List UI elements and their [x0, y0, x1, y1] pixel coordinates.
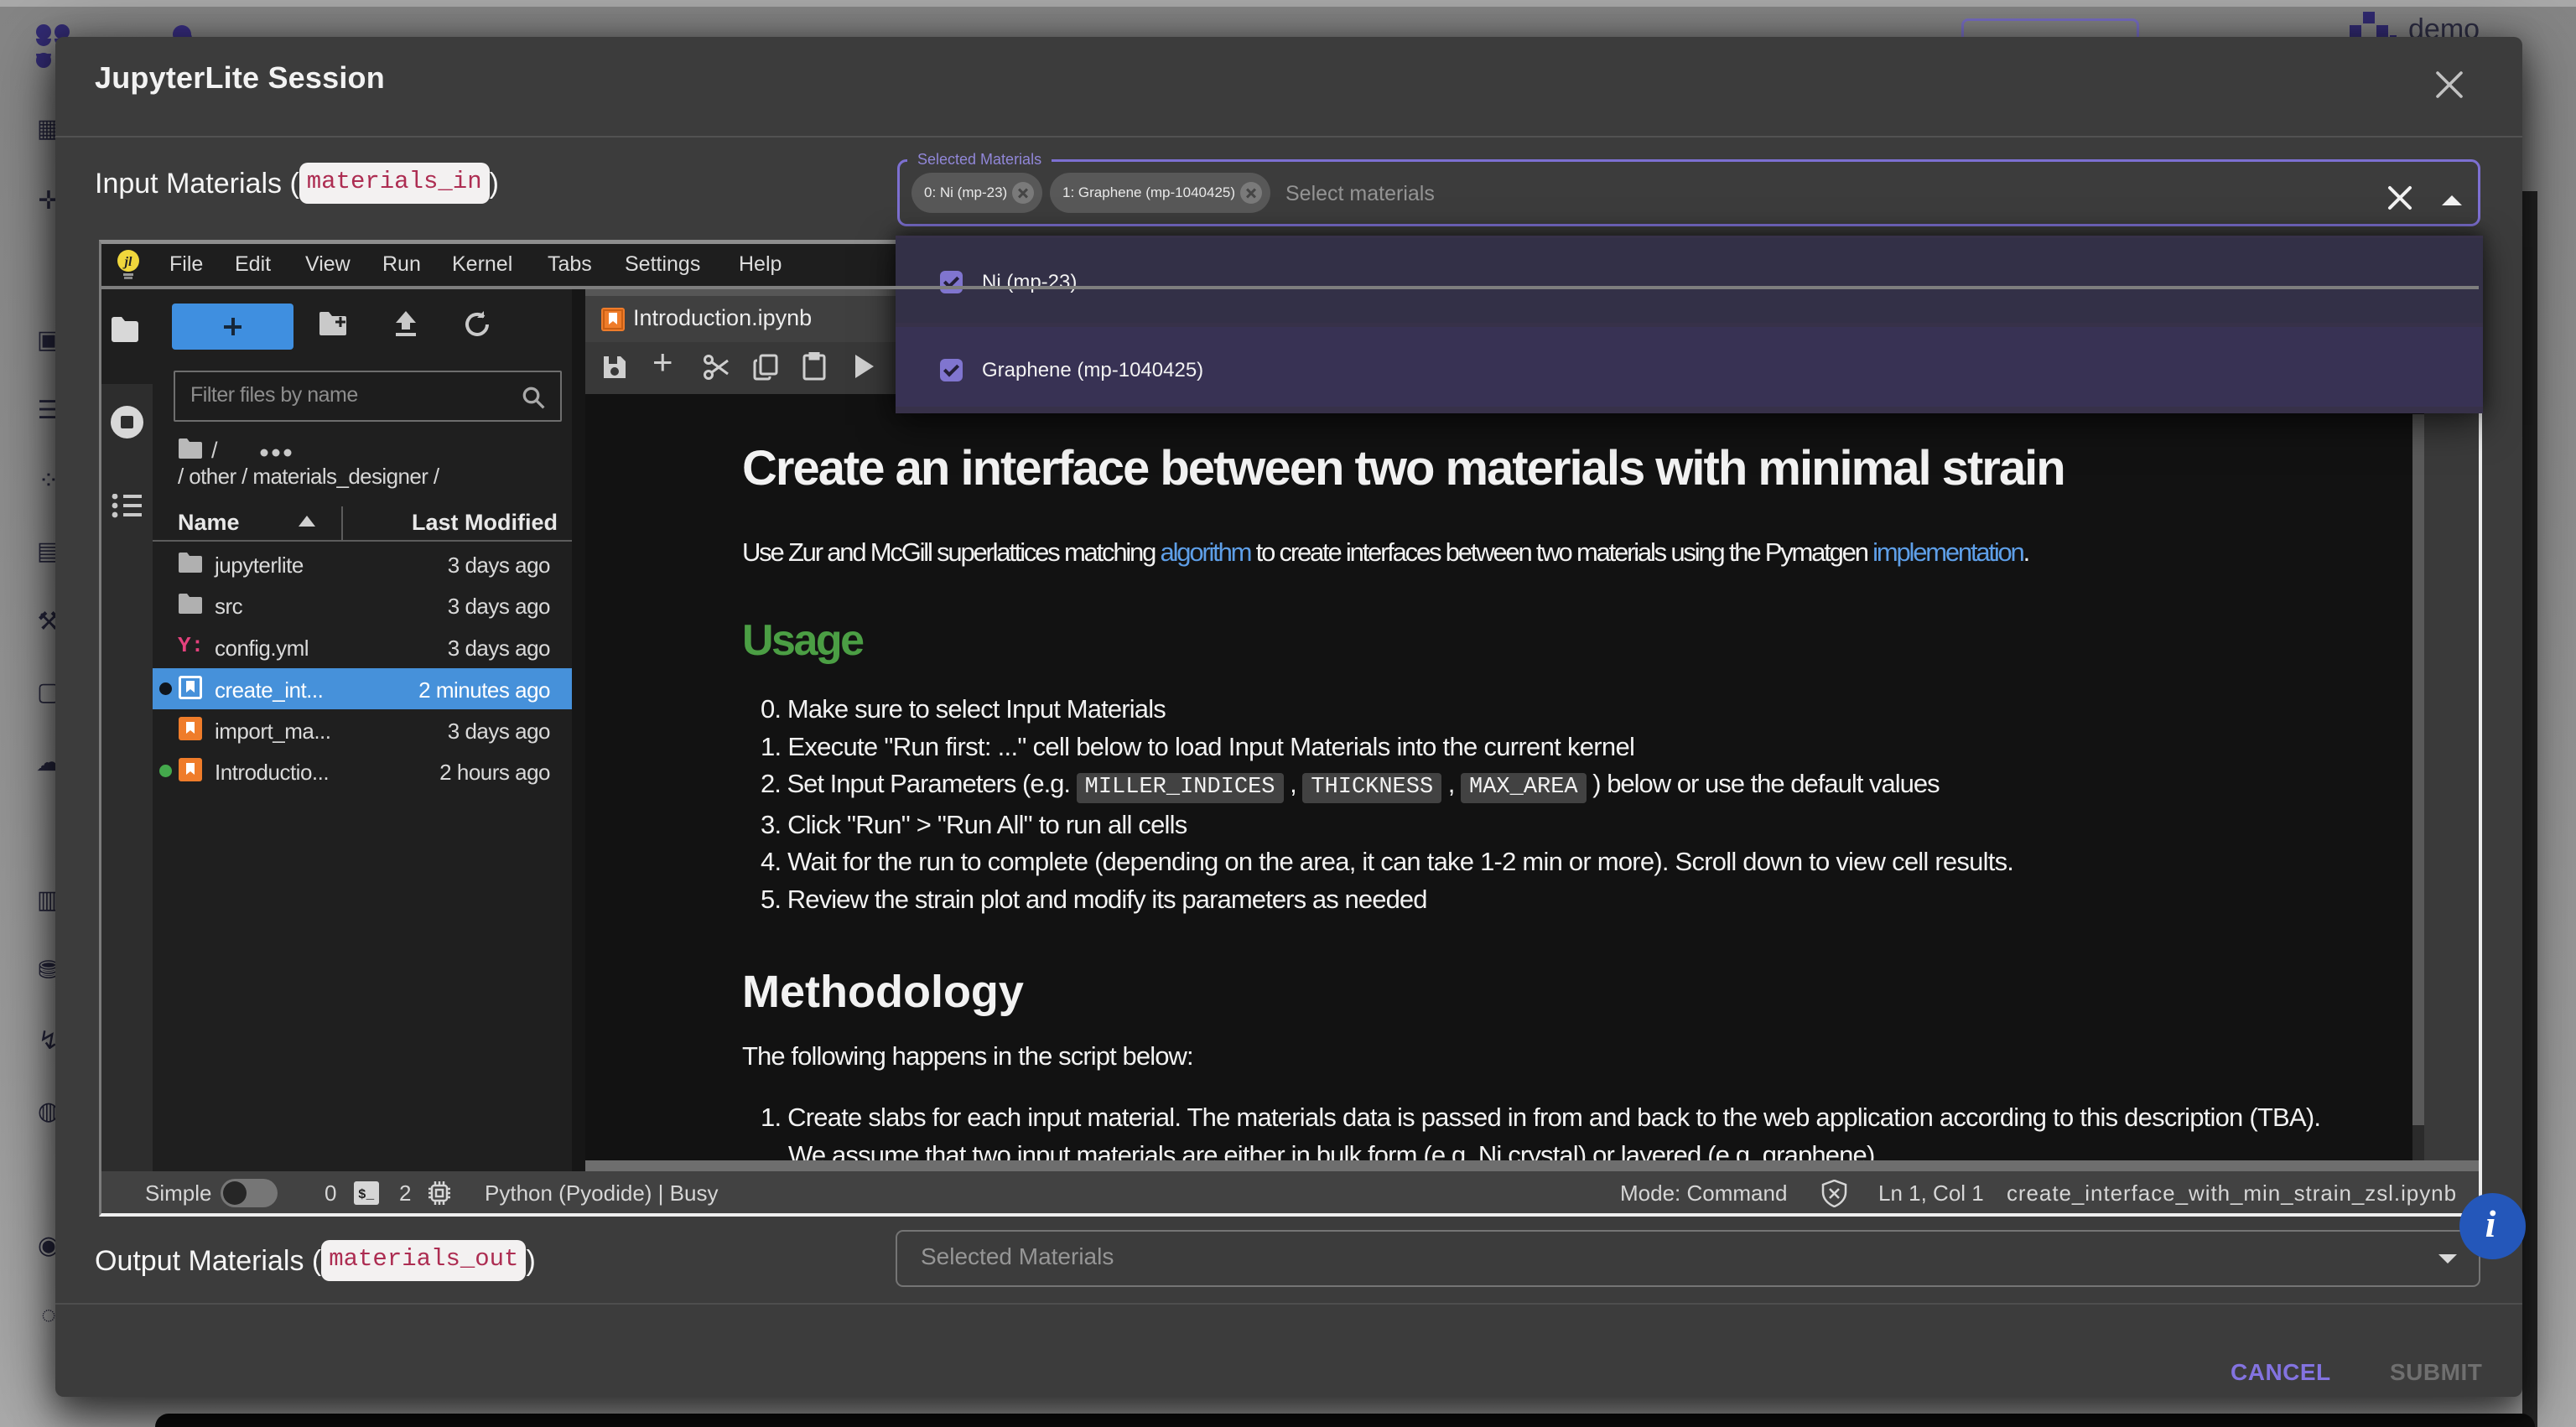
- svg-text:$_: $_: [358, 1187, 375, 1202]
